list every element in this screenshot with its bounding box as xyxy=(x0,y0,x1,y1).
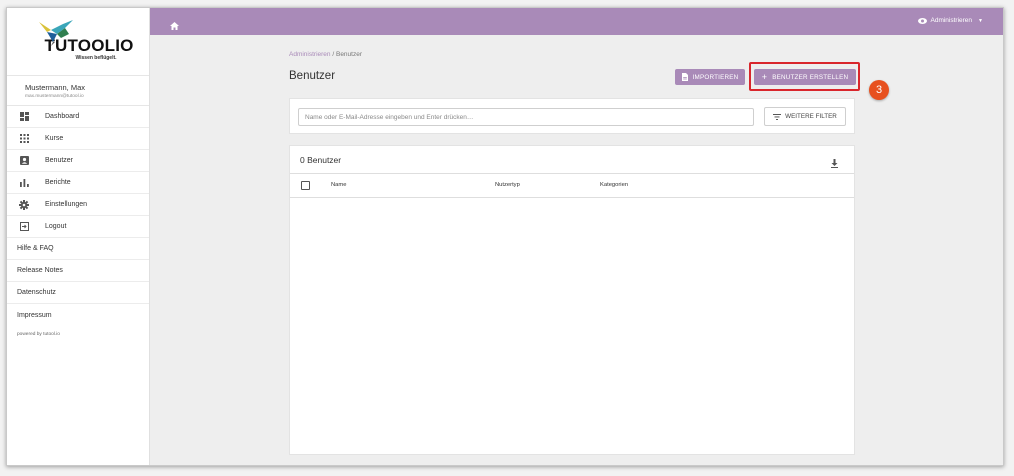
table-header: Name Nutzertyp Kategorien xyxy=(290,173,854,198)
gear-icon xyxy=(19,199,29,210)
admin-menu[interactable]: Administrieren ▼ xyxy=(917,17,983,24)
bar-chart-icon xyxy=(19,178,29,188)
grid-icon xyxy=(19,134,29,144)
sidebar-item-kurse[interactable]: Kurse xyxy=(7,128,149,150)
import-button[interactable]: IMPORTIEREN xyxy=(675,69,745,85)
top-bar: Administrieren ▼ xyxy=(150,8,1003,35)
sidebar-item-logout[interactable]: Logout xyxy=(7,216,149,238)
select-all-checkbox[interactable] xyxy=(301,181,310,190)
sidebar-link-imprint[interactable]: Impressum xyxy=(7,304,149,326)
eye-icon xyxy=(917,17,927,24)
sidebar-item-benutzer[interactable]: Benutzer xyxy=(7,150,149,172)
powered-by-link[interactable]: powered by tutool.io xyxy=(7,332,149,337)
sidebar-link-help[interactable]: Hilfe & FAQ xyxy=(7,238,149,260)
breadcrumb: Administrieren / Benutzer xyxy=(289,51,362,58)
file-icon xyxy=(681,73,688,81)
filter-icon xyxy=(773,113,782,120)
sidebar-item-label: Berichte xyxy=(45,179,71,186)
search-input[interactable] xyxy=(298,108,754,126)
brand-logo[interactable]: TUTOOLIO Wissen beflügelt. xyxy=(7,8,149,76)
user-email: max.mustermann@tutool.io xyxy=(25,94,84,99)
sidebar-item-label: Kurse xyxy=(45,135,64,142)
more-filters-button[interactable]: WEITERE FILTER xyxy=(764,107,846,126)
sidebar-item-label: Logout xyxy=(45,223,67,230)
page-title: Benutzer xyxy=(289,70,336,82)
column-header-name[interactable]: Name xyxy=(331,182,346,188)
sidebar-item-label: Einstellungen xyxy=(45,201,88,208)
dashboard-icon xyxy=(19,112,29,122)
app-window: TUTOOLIO Wissen beflügelt. Mustermann, M… xyxy=(6,7,1004,466)
logout-icon xyxy=(19,222,29,232)
download-icon[interactable] xyxy=(831,155,838,173)
breadcrumb-link-admin[interactable]: Administrieren xyxy=(289,51,331,58)
breadcrumb-current: Benutzer xyxy=(335,51,363,58)
more-filters-label: WEITERE FILTER xyxy=(785,113,837,120)
caret-down-icon: ▼ xyxy=(978,17,983,24)
breadcrumb-separator: / xyxy=(332,51,335,58)
users-table-card: 0 Benutzer Name Nutzertyp Kategorien xyxy=(289,145,855,455)
step-badge: 3 xyxy=(869,80,889,100)
home-icon[interactable] xyxy=(170,17,179,35)
highlight-box xyxy=(749,62,860,91)
user-info: Mustermann, Max max.mustermann@tutool.io xyxy=(7,76,149,106)
sidebar-item-label: Dashboard xyxy=(45,113,80,120)
user-count: 0 Benutzer xyxy=(300,155,342,165)
import-button-label: IMPORTIEREN xyxy=(692,73,739,81)
sidebar-link-privacy[interactable]: Datenschutz xyxy=(7,282,149,304)
sidebar-item-berichte[interactable]: Berichte xyxy=(7,172,149,194)
user-box-icon xyxy=(19,156,29,166)
sidebar-item-einstellungen[interactable]: Einstellungen xyxy=(7,194,149,216)
sidebar: TUTOOLIO Wissen beflügelt. Mustermann, M… xyxy=(7,8,150,465)
admin-menu-label: Administrieren xyxy=(930,17,973,24)
sidebar-item-dashboard[interactable]: Dashboard xyxy=(7,106,149,128)
sidebar-item-label: Benutzer xyxy=(45,157,74,164)
user-name: Mustermann, Max xyxy=(25,83,86,92)
column-header-categories[interactable]: Kategorien xyxy=(600,182,628,188)
sidebar-link-release-notes[interactable]: Release Notes xyxy=(7,260,149,282)
brand-tagline: Wissen beflügelt. xyxy=(75,55,117,61)
filter-card: WEITERE FILTER xyxy=(289,98,855,134)
hummingbird-logo-icon xyxy=(39,20,73,46)
column-header-usertype[interactable]: Nutzertyp xyxy=(495,182,520,188)
